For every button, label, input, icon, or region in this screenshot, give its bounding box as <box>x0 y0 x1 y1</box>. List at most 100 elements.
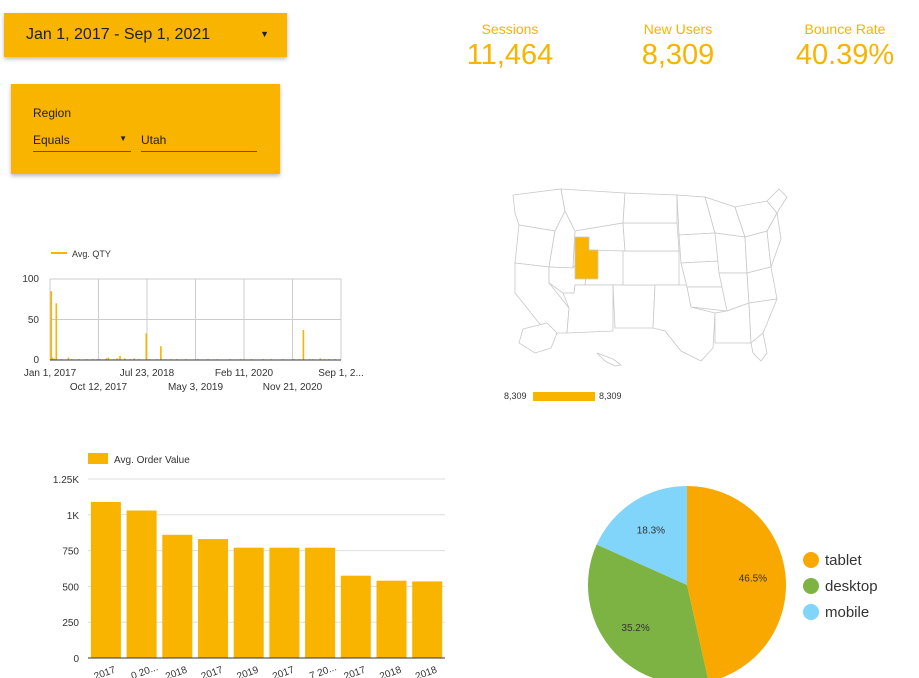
order-x-label: 2018 <box>164 665 189 678</box>
qty-x-label: Nov 21, 2020 <box>263 382 323 393</box>
qty-bar[interactable] <box>160 346 162 360</box>
order-bar[interactable] <box>126 510 157 659</box>
map-state[interactable] <box>746 266 778 304</box>
sessions-value: 11,464 <box>466 39 554 71</box>
legend-dot-tablet <box>803 552 819 568</box>
bounce-rate-value: 40.39% <box>795 39 895 71</box>
legend-swatch-avg-order-value <box>88 453 108 464</box>
legend-dot-desktop <box>803 578 819 594</box>
bounce-rate-scorecard: Bounce Rate 40.39% <box>790 21 900 72</box>
date-range-label: Jan 1, 2017 - Sep 1, 2021 <box>26 26 211 43</box>
map-legend-gradient <box>533 392 595 401</box>
order-y-tick: 250 <box>62 618 79 629</box>
map-state-hawaii[interactable] <box>596 352 622 367</box>
qty-y-tick-0: 0 <box>33 355 39 366</box>
new-users-scorecard: New Users 8,309 <box>628 21 728 72</box>
legend-swatch-avg-qty <box>51 252 67 254</box>
map-state-alaska[interactable] <box>518 322 558 354</box>
qty-bar[interactable] <box>302 330 305 360</box>
qty-x-label: Sep 1, 2... <box>318 368 364 379</box>
filter-operator-value: Equals <box>33 133 70 147</box>
map-legend-max: 8,309 <box>599 391 622 401</box>
legend-dot-mobile <box>803 604 819 620</box>
map-state[interactable] <box>612 284 656 329</box>
filter-value-input[interactable]: Utah <box>141 131 257 152</box>
order-bar[interactable] <box>340 575 371 658</box>
qty-bar[interactable] <box>145 333 148 360</box>
filter-value-text: Utah <box>141 133 167 147</box>
order-bar[interactable] <box>233 547 264 658</box>
pie-slice-tablet[interactable] <box>687 486 787 678</box>
order-bars <box>90 501 443 659</box>
order-x-label: 2018 <box>378 665 403 678</box>
order-x-label: ...7 20... <box>300 662 338 678</box>
qty-grid <box>49 278 342 360</box>
qty-bar[interactable] <box>55 303 58 360</box>
region-filter-control: Region Equals ▼ Utah <box>11 84 280 174</box>
order-x-label: 2017 <box>343 665 368 678</box>
map-legend-min: 8,309 <box>504 391 527 401</box>
order-bar[interactable] <box>305 547 336 658</box>
date-range-picker[interactable]: Jan 1, 2017 - Sep 1, 2021 ▼ <box>4 13 287 57</box>
pie-slice-label: 35.2% <box>621 623 649 634</box>
map-state[interactable] <box>678 232 720 264</box>
order-bar[interactable] <box>162 534 193 658</box>
sessions-label: Sessions <box>481 21 539 37</box>
order-y-tick: 500 <box>62 582 79 593</box>
legend-label-tablet: tablet <box>825 552 863 569</box>
order-bar[interactable] <box>269 547 300 658</box>
order-bar[interactable] <box>376 580 407 658</box>
qty-x-label: Jul 23, 2018 <box>120 368 175 379</box>
qty-bars <box>50 291 336 360</box>
dropdown-caret-icon: ▼ <box>260 29 269 39</box>
qty-x-label: May 3, 2019 <box>168 382 223 393</box>
map-state[interactable] <box>714 232 748 274</box>
order-y-tick: 750 <box>62 547 79 558</box>
legend-label-desktop: desktop <box>825 578 878 595</box>
order-x-label: ...0 20... <box>122 662 160 678</box>
map-state[interactable] <box>622 222 680 252</box>
legend-label-avg-qty: Avg. QTY <box>72 249 111 259</box>
us-map <box>512 188 788 367</box>
map-state[interactable] <box>514 224 556 268</box>
filter-field-label: Region <box>33 106 72 120</box>
map-state[interactable] <box>744 230 772 274</box>
qty-x-label: Jan 1, 2017 <box>24 368 77 379</box>
filter-operator-select[interactable]: Equals ▼ <box>33 131 131 152</box>
qty-bar[interactable] <box>50 291 53 360</box>
order-y-ticks: 0 250 500 750 1K 1.25K <box>53 475 80 665</box>
avg-order-value-chart: Avg. Order Value 0 250 500 750 1K 1.25K 2017.… <box>53 453 445 678</box>
order-x-label: 2019 <box>236 665 261 678</box>
order-bar[interactable] <box>90 501 121 658</box>
order-bar[interactable] <box>412 581 443 658</box>
order-x-label: 2018 <box>414 665 439 678</box>
avg-qty-chart: Avg. QTY 100 50 0 Jan 1, 2017 Jul 23, 20… <box>22 249 364 393</box>
new-users-label: New Users <box>643 21 713 37</box>
order-bar[interactable] <box>198 539 228 658</box>
map-state[interactable] <box>512 188 566 232</box>
bounce-rate-label: Bounce Rate <box>804 21 886 37</box>
pie-legend: tablet desktop mobile <box>803 552 878 621</box>
dropdown-caret-icon: ▼ <box>119 134 127 143</box>
order-x-label: 2017 <box>271 665 296 678</box>
legend-label-mobile: mobile <box>825 604 869 621</box>
qty-y-tick-50: 50 <box>28 315 40 326</box>
qty-x-label: Oct 12, 2017 <box>70 382 128 393</box>
order-x-label: 2017 <box>93 665 118 678</box>
pie-slice-label: 18.3% <box>637 525 665 536</box>
pie-slice-label: 46.5% <box>739 574 767 585</box>
qty-x-label: Feb 11, 2020 <box>215 368 274 379</box>
order-y-tick: 0 <box>73 654 79 665</box>
order-x-label: 2017 <box>200 665 225 678</box>
order-y-tick: 1K <box>67 511 80 522</box>
new-users-value: 8,309 <box>641 39 715 71</box>
sessions-scorecard: Sessions 11,464 <box>460 21 560 72</box>
device-pie-chart: 46.5% 35.2% 18.3% tablet desktop mobile <box>587 486 878 678</box>
qty-bar[interactable] <box>119 356 121 360</box>
legend-label-avg-order-value: Avg. Order Value <box>114 455 190 466</box>
map-state[interactable] <box>622 192 678 224</box>
order-y-tick: 1.25K <box>53 475 79 486</box>
map-state[interactable] <box>686 286 728 312</box>
map-state[interactable] <box>622 250 680 286</box>
order-x-labels: 2017 ...0 20... 2018 2017 2019 2017 ...7 20...… <box>93 662 439 678</box>
